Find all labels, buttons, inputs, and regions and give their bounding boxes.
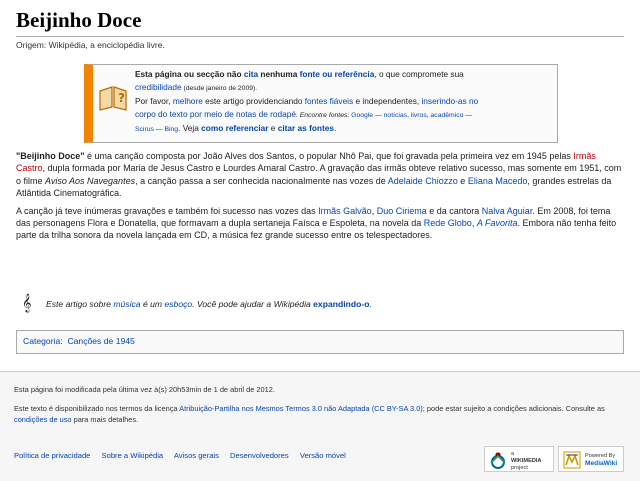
text: A canção já teve inúmeras gravações e ta… (16, 205, 319, 216)
ambox-text: Esta página ou secção não (135, 69, 244, 79)
improve-link[interactable]: melhore (173, 96, 203, 106)
badge-text: MediaWiki (585, 460, 618, 467)
ambox-date: (desde janeiro de 2009). (181, 85, 258, 92)
article-body: "Beijinho Doce" é uma canção composta po… (16, 150, 624, 247)
reliable-sources-link[interactable]: fontes fiáveis (305, 96, 353, 106)
stub-text: Este artigo sobre (46, 299, 114, 309)
text: é uma canção composta por João Alves dos… (84, 151, 574, 161)
ambox-text: e (268, 123, 278, 133)
duo-ciriema-link[interactable]: Duo Ciriema (377, 206, 427, 216)
google-link[interactable]: Google (351, 112, 373, 119)
disclaimers-link[interactable]: Avisos gerais (174, 451, 219, 460)
ambox-text: . (333, 123, 337, 133)
license-text: para mais detalhes. (71, 415, 139, 424)
terms-of-use-link[interactable]: condições de uso (14, 415, 72, 424)
books-link[interactable]: livros (411, 112, 427, 119)
song-title: "Beijinho Doce" (16, 151, 85, 161)
eliana-macedo-link[interactable]: Eliana Macedo (468, 176, 528, 186)
adelaide-chiozzo-link[interactable]: Adelaide Chiozzo (388, 176, 458, 186)
find-sources-label: . Encontre fontes: (295, 112, 352, 119)
badge-text: Powered By (585, 453, 616, 459)
irmas-galvao-link[interactable]: Irmãs Galvão (318, 206, 372, 216)
ambox-sep: — (373, 112, 384, 119)
license-text: ; pode estar sujeito a condições adicion… (422, 404, 605, 413)
category-links: Categoria: Canções de 1945 (16, 330, 624, 354)
nalva-aguiar-link[interactable]: Nalva Aguiar (482, 206, 533, 216)
cite-sources-link[interactable]: citar as fontes (278, 123, 334, 133)
ambox-text: e independentes, (353, 96, 422, 106)
insert-them-link[interactable]: inserindo-as no (421, 96, 478, 106)
category-colon: : (60, 336, 63, 346)
footnotes-link[interactable]: corpo do texto por meio de notas de roda… (135, 109, 296, 119)
paragraph-1: "Beijinho Doce" é uma canção composta po… (16, 150, 624, 200)
ambox-text: Por favor, (135, 96, 173, 106)
origin-subtitle: Origem: Wikipédia, a enciclopédia livre. (16, 40, 165, 50)
ambox-sep: — (153, 126, 165, 133)
film-title: Aviso Aos Navegantes (45, 175, 136, 186)
text: e (457, 175, 468, 186)
stub-text: . Você pode ajudar a Wikipédia (192, 299, 314, 309)
category-label-link[interactable]: Categoria (23, 336, 60, 346)
license-notice: Este texto é disponibilizado nos termos … (14, 403, 626, 425)
stub-notice: 𝄞 Este artigo sobre música é um esboço. … (22, 295, 372, 312)
wikimedia-logo-icon (490, 452, 506, 469)
badge-text: a (511, 451, 515, 457)
rede-globo-link[interactable]: Rede Globo (424, 218, 472, 228)
unsourced-warning-box: ? Esta página ou secção não cita nenhuma… (84, 64, 558, 143)
powered-by-mediawiki-badge[interactable]: Powered By MediaWiki (558, 446, 624, 472)
news-link[interactable]: notícias (384, 112, 407, 119)
text: , a canção passa a ser conhecida naciona… (135, 175, 388, 186)
stub-text: . (369, 299, 372, 309)
ambox-text: . Veja (178, 123, 202, 133)
academic-link[interactable]: acadêmico (431, 112, 464, 119)
question-book-icon: ? (99, 86, 127, 111)
license-link[interactable]: Atribuição-Partilha nos Mesmos Termos 3.… (179, 404, 423, 413)
svg-text:?: ? (118, 91, 125, 105)
wikimedia-project-badge[interactable]: a WIKIMEDIA project (484, 446, 554, 472)
text: e da cantora (426, 205, 482, 216)
article-page: Beijinho Doce Origem: Wikipédia, a encic… (0, 0, 640, 372)
footer: Esta página foi modificada pela última v… (14, 384, 626, 433)
mobile-view-link[interactable]: Versão móvel (300, 451, 346, 460)
page-title: Beijinho Doce (16, 8, 624, 37)
ambox-sep: — (463, 112, 473, 119)
last-modified: Esta página foi modificada pela última v… (14, 385, 275, 394)
credibility-link[interactable]: credibilidade (135, 82, 182, 92)
footer-links: Política de privacidade Sobre a Wikipédi… (14, 451, 355, 460)
privacy-policy-link[interactable]: Política de privacidade (14, 451, 90, 460)
ambox-text: , o que compromete sua (374, 69, 464, 79)
bing-link[interactable]: Bing (164, 126, 178, 133)
stub-link[interactable]: esboço (164, 299, 192, 309)
ambox-text: nenhuma (258, 69, 300, 79)
category-item-link[interactable]: Canções de 1945 (67, 336, 134, 346)
a-favorita-link[interactable]: A Favorita (477, 218, 518, 228)
music-link[interactable]: música (113, 299, 140, 309)
stub-text: é um (140, 299, 165, 309)
cite-link[interactable]: cita (244, 69, 258, 79)
paragraph-2: A canção já teve inúmeras gravações e ta… (16, 205, 624, 242)
ambox-text: este artigo providenciando (202, 96, 305, 106)
badge-text: project (511, 465, 528, 471)
source-or-reference-link[interactable]: fonte ou referência (300, 69, 375, 79)
expand-link[interactable]: expandindo-o (313, 299, 369, 309)
developers-link[interactable]: Desenvolvedores (230, 451, 289, 460)
license-text: Este texto é disponibilizado nos termos … (14, 404, 180, 413)
badge-text: WIKIMEDIA (511, 458, 542, 464)
music-note-icon: 𝄞 (22, 295, 32, 312)
scirus-link[interactable]: Scirus (135, 126, 154, 133)
about-link[interactable]: Sobre a Wikipédia (102, 451, 164, 460)
mediawiki-logo-icon (563, 451, 581, 469)
how-to-reference-link[interactable]: como referenciar (201, 123, 268, 133)
